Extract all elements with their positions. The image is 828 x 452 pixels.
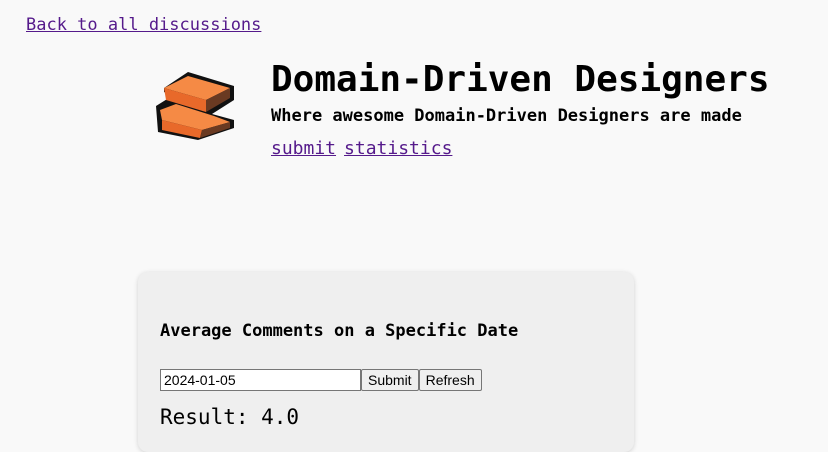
back-to-discussions-link[interactable]: Back to all discussions xyxy=(26,14,261,36)
submit-link[interactable]: submit xyxy=(271,138,336,159)
submit-button[interactable]: Submit xyxy=(361,369,419,391)
bricks-logo-icon xyxy=(156,72,234,140)
site-tagline: Where awesome Domain-Driven Designers ar… xyxy=(271,106,742,126)
refresh-button[interactable]: Refresh xyxy=(418,369,482,391)
site-title: Domain-Driven Designers xyxy=(271,59,770,100)
date-input[interactable] xyxy=(160,369,361,391)
date-form: Submit Refresh xyxy=(160,369,482,391)
card-title: Average Comments on a Specific Date xyxy=(160,321,519,341)
statistics-link[interactable]: statistics xyxy=(344,138,452,159)
average-comments-card: Average Comments on a Specific Date Subm… xyxy=(138,272,634,452)
result-text: Result: 4.0 xyxy=(160,405,300,429)
site-nav: submit statistics xyxy=(271,137,460,161)
